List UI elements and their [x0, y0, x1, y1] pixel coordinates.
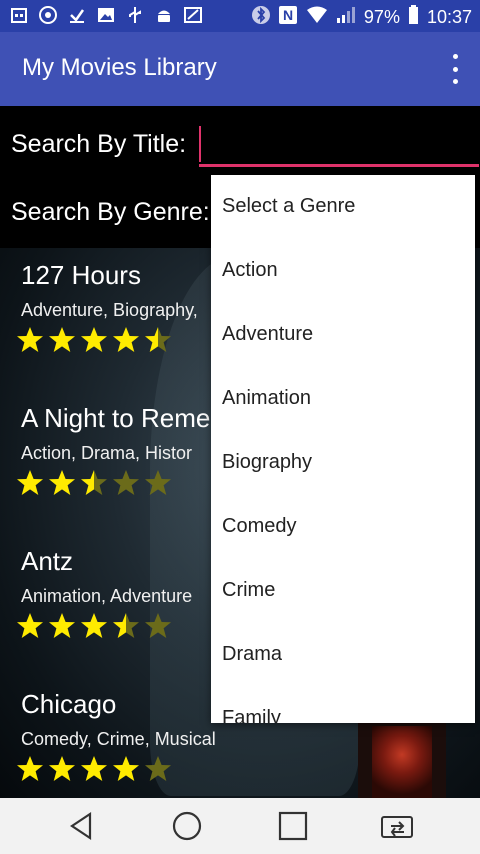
star-icon [81, 756, 107, 781]
status-bar: N 97% 10:37 [0, 0, 480, 32]
star-icon [113, 327, 139, 352]
star-icon [113, 756, 139, 781]
star-icon [17, 756, 43, 781]
star-icon [17, 613, 43, 638]
genre-option[interactable]: Comedy [211, 495, 475, 559]
movie-genres: Animation, Adventure [21, 586, 193, 606]
rating-stars [16, 755, 172, 783]
genre-option[interactable]: Adventure [211, 303, 475, 367]
star-icon [145, 470, 171, 495]
search-title-label: Search By Title: [11, 130, 187, 158]
star-icon [49, 756, 75, 781]
back-icon[interactable] [66, 810, 98, 842]
genre-option[interactable]: Select a Genre [211, 175, 475, 239]
star-icon [81, 327, 107, 352]
movie-genres: Adventure, Biography, [21, 300, 198, 320]
calendar-icon [10, 6, 28, 24]
usb-icon [126, 6, 144, 24]
map-icon [184, 6, 202, 24]
movie-title: 127 Hours [21, 260, 141, 290]
recents-icon[interactable] [277, 810, 309, 842]
star-icon [17, 327, 43, 352]
image-icon [97, 6, 115, 24]
home-icon[interactable] [171, 810, 203, 842]
movie-genres: Comedy, Crime, Musical [21, 729, 216, 749]
signal-icon [336, 6, 356, 29]
star-icon [49, 613, 75, 638]
movie-title: A Night to Reme [21, 403, 211, 433]
battery-icon [408, 5, 419, 30]
star-icon [113, 613, 139, 638]
rating-stars [16, 612, 172, 640]
movie-poster [358, 722, 446, 798]
poster-art [372, 726, 432, 798]
battery-percent: 97% [363, 7, 400, 27]
search-title-input[interactable] [199, 124, 479, 167]
android-icon [155, 6, 173, 24]
genre-option[interactable]: Biography [211, 431, 475, 495]
svg-text:N: N [283, 7, 293, 23]
movie-title: Antz [21, 546, 74, 576]
genre-option[interactable]: Action [211, 239, 475, 303]
text-cursor [199, 126, 201, 162]
page-title: My Movies Library [22, 54, 217, 81]
genre-option[interactable]: Drama [211, 623, 475, 687]
star-icon [145, 613, 171, 638]
star-icon [49, 327, 75, 352]
genre-dropdown[interactable]: Select a Genre Action Adventure Animatio… [211, 175, 475, 723]
search-genre-label: Search By Genre: [11, 198, 210, 226]
app-bar: My Movies Library [0, 32, 480, 106]
star-icon [145, 756, 171, 781]
nfc-icon: N [278, 5, 298, 30]
star-icon [81, 470, 107, 495]
star-icon [49, 470, 75, 495]
navigation-bar [0, 798, 480, 854]
star-icon [145, 327, 171, 352]
notification-icons [10, 6, 202, 24]
screen-share-icon[interactable] [380, 810, 413, 842]
system-status: N 97% 10:37 [251, 5, 472, 30]
movie-genres: Action, Drama, Histor [21, 443, 193, 463]
movie-title: Chicago [21, 689, 117, 719]
star-icon [17, 470, 43, 495]
genre-option[interactable]: Family [211, 687, 475, 723]
star-icon [81, 613, 107, 638]
chrome-icon [39, 6, 57, 24]
clock: 10:37 [426, 7, 472, 27]
bluetooth-icon [251, 5, 270, 30]
rating-stars [16, 469, 172, 497]
wifi-icon [306, 6, 328, 29]
star-icon [113, 470, 139, 495]
overflow-menu-icon[interactable] [448, 54, 462, 84]
genre-option[interactable]: Crime [211, 559, 475, 623]
genre-option[interactable]: Animation [211, 367, 475, 431]
download-icon [68, 6, 86, 24]
rating-stars [16, 326, 172, 354]
